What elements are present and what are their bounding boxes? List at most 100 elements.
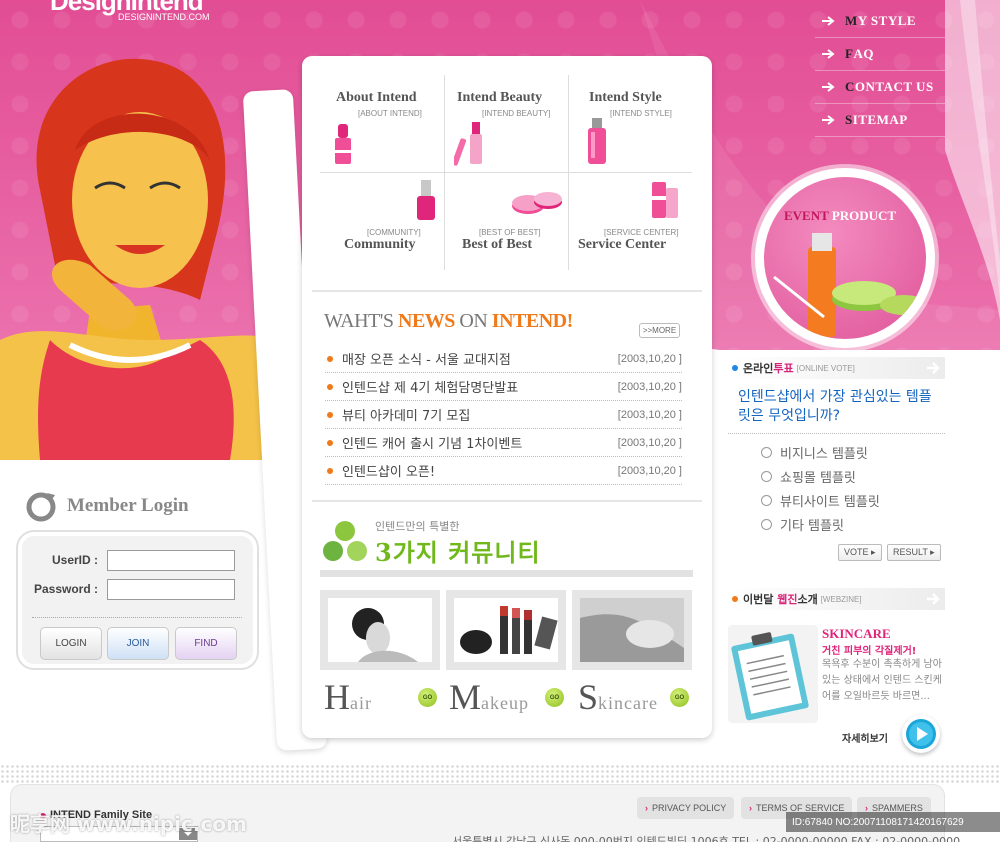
lipstick-icon bbox=[335, 124, 351, 164]
menu-title: About Intend bbox=[336, 90, 417, 105]
lip-gloss-icon bbox=[454, 122, 482, 166]
news-title-part: WAHT'S bbox=[324, 310, 398, 332]
news-item[interactable]: 뷰티 아카데미 7기 모집 [2003,10,20 ] bbox=[325, 401, 682, 429]
makeup-category-label[interactable]: Makeup bbox=[449, 676, 529, 718]
find-button[interactable]: FIND bbox=[175, 627, 237, 660]
menu-title: Service Center bbox=[578, 237, 667, 252]
userid-input[interactable] bbox=[107, 550, 235, 571]
skincare-thumbnail[interactable] bbox=[572, 590, 692, 670]
makeup-go-button[interactable]: GO bbox=[545, 688, 564, 707]
company-address: 서울특별시 강남구 신사동 000-00번지 인텐드빌딩 1006호 TEL :… bbox=[452, 835, 961, 842]
news-item[interactable]: 인텐드샵 제 4기 체험담명단발표 [2003,10,20 ] bbox=[325, 373, 682, 401]
section-title-part: 이번달 bbox=[743, 593, 778, 606]
webzine-image[interactable] bbox=[728, 625, 818, 723]
webzine-body: 목욕후 수분이 촉촉하게 남아있는 상태에서 인텐드 스킨케어를 오일바르듯 바… bbox=[822, 659, 942, 702]
webzine-subtitle: 거친 피부의 각질제거! bbox=[822, 646, 917, 657]
category-initial: S bbox=[578, 677, 599, 717]
nav-initial: F bbox=[845, 46, 854, 61]
event-product-banner[interactable] bbox=[764, 177, 926, 339]
radio-button[interactable] bbox=[761, 519, 772, 530]
community-bar bbox=[320, 570, 693, 577]
skincare-category-label[interactable]: Skincare bbox=[578, 676, 658, 718]
arrow-right-icon[interactable] bbox=[925, 591, 941, 607]
radio-button[interactable] bbox=[761, 495, 772, 506]
vote-question: 인텐드샵에서 가장 관심있는 템플릿은 무엇입니까? bbox=[738, 389, 932, 424]
dotted-divider bbox=[0, 764, 1000, 784]
radio-button[interactable] bbox=[761, 447, 772, 458]
news-text: 인텐드샵 제 4기 체험담명단발표 bbox=[342, 381, 519, 396]
event-label-part: PRODUCT bbox=[828, 208, 897, 223]
logo-subtitle: DESIGNINTEND.COM bbox=[118, 12, 210, 22]
menu-service-center[interactable]: [SERVICE CENTER] Service Center bbox=[570, 174, 693, 271]
menu-about-intend[interactable]: About Intend [ABOUT INTEND] bbox=[322, 76, 445, 173]
password-input[interactable] bbox=[107, 579, 235, 600]
watermark-right: ID:67840 NO:20071108171420167629 bbox=[786, 812, 1000, 832]
nav-label: AQ bbox=[853, 46, 874, 61]
skincare-go-button[interactable]: GO bbox=[670, 688, 689, 707]
bullet-icon bbox=[327, 439, 333, 446]
bullet-icon bbox=[327, 467, 333, 474]
vote-option[interactable]: 비지니스 템플릿 bbox=[761, 443, 868, 462]
webzine-more-link[interactable]: 자세히보기 bbox=[842, 730, 888, 745]
join-button[interactable]: JOIN bbox=[107, 627, 169, 660]
section-title-highlight: 투표 bbox=[773, 362, 794, 375]
news-item[interactable]: 인텐드샵이 오픈! [2003,10,20 ] bbox=[325, 457, 682, 485]
model-illustration bbox=[0, 58, 280, 460]
menu-title: Community bbox=[344, 237, 416, 252]
menu-best-of-best[interactable]: [BEST OF BEST] Best of Best bbox=[446, 174, 569, 271]
section-title-highlight: 웹진 bbox=[777, 593, 798, 606]
arrow-right-icon[interactable] bbox=[925, 360, 941, 376]
login-button[interactable]: LOGIN bbox=[40, 627, 102, 660]
hair-photo bbox=[328, 598, 432, 662]
menu-subtitle: [INTEND BEAUTY] bbox=[482, 109, 551, 118]
nav-sitemap[interactable]: S ITEMAP bbox=[815, 104, 945, 137]
nav-contact-us[interactable]: C ONTACT US bbox=[815, 71, 945, 104]
cosmetic-tubes-icon bbox=[652, 182, 678, 218]
vote-option[interactable]: 기타 템플릿 bbox=[761, 515, 844, 534]
hair-go-button[interactable]: GO bbox=[418, 688, 437, 707]
login-title: Member Login bbox=[67, 495, 189, 516]
makeup-photo bbox=[454, 598, 558, 662]
password-label: Password : bbox=[33, 582, 98, 596]
nav-my-style[interactable]: MY STYLE bbox=[815, 5, 945, 38]
news-item[interactable]: 인텐드 캐어 출시 기념 1차이벤트 [2003,10,20 ] bbox=[325, 429, 682, 457]
community-dots-icon bbox=[323, 521, 367, 561]
news-title-highlight: INTEND! bbox=[491, 310, 573, 332]
hair-photo-illustration bbox=[352, 608, 418, 662]
bullet-icon bbox=[327, 411, 333, 418]
privacy-policy-link[interactable]: › PRIVACY POLICY bbox=[637, 797, 735, 819]
makeup-thumbnail[interactable] bbox=[446, 590, 566, 670]
news-text: 인텐드 캐어 출시 기념 1차이벤트 bbox=[342, 437, 523, 452]
menu-title: Intend Style bbox=[589, 90, 662, 105]
menu-community[interactable]: [COMMUNITY] Community bbox=[322, 174, 445, 271]
section-dot-icon bbox=[732, 596, 738, 602]
category-initial: M bbox=[449, 677, 482, 717]
section-subtitle: [WEBZINE] bbox=[820, 594, 862, 604]
vote-option[interactable]: 쇼핑몰 템플릿 bbox=[761, 467, 856, 486]
makeup-photo-illustration bbox=[460, 606, 558, 654]
community-subtitle: 인텐드만의 특별한 bbox=[375, 520, 460, 533]
menu-subtitle: [COMMUNITY] bbox=[367, 228, 421, 237]
online-vote-header: 온라인투표 [ONLINE VOTE] bbox=[728, 357, 945, 379]
vote-button[interactable]: VOTE ▸ bbox=[838, 544, 882, 561]
event-product-label: EVENT PRODUCT bbox=[784, 208, 896, 224]
hair-thumbnail[interactable] bbox=[320, 590, 440, 670]
news-item[interactable]: 매장 오픈 소식 - 서울 교대지점 [2003,10,20 ] bbox=[325, 345, 682, 373]
vote-option[interactable]: 뷰티사이트 템플릿 bbox=[761, 491, 880, 510]
login-header: Member Login bbox=[25, 488, 189, 524]
result-button[interactable]: RESULT ▸ bbox=[887, 544, 941, 561]
menu-intend-style[interactable]: Intend Style [INTEND STYLE] bbox=[570, 76, 693, 173]
nav-initial: S bbox=[845, 112, 853, 127]
play-icon[interactable] bbox=[902, 715, 940, 753]
radio-button[interactable] bbox=[761, 471, 772, 482]
section-divider bbox=[312, 290, 702, 292]
hair-category-label[interactable]: Hair bbox=[324, 676, 372, 718]
nav-faq[interactable]: F AQ bbox=[815, 38, 945, 71]
news-more-button[interactable]: >>MORE bbox=[639, 323, 680, 338]
news-date: [2003,10,20 ] bbox=[617, 408, 682, 421]
news-text: 매장 오픈 소식 - 서울 교대지점 bbox=[342, 353, 511, 368]
menu-title: Intend Beauty bbox=[457, 90, 543, 105]
vote-divider bbox=[728, 433, 945, 434]
news-date: [2003,10,20 ] bbox=[617, 464, 682, 477]
menu-intend-beauty[interactable]: Intend Beauty [INTEND BEAUTY] bbox=[446, 76, 569, 173]
